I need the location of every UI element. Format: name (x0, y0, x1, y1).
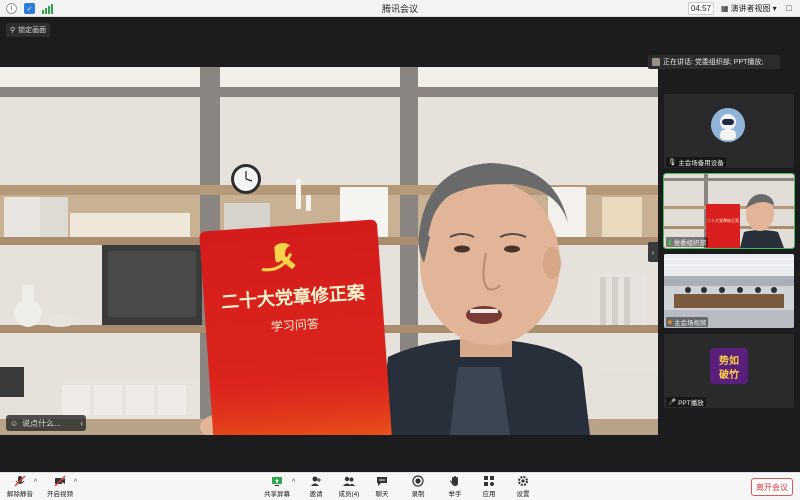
share-screen-label: 共享屏幕 (264, 491, 290, 498)
apps-icon (483, 475, 495, 487)
gear-icon (517, 475, 529, 487)
participant-tile[interactable]: ■ 主会场视频 (664, 254, 794, 328)
invite-button[interactable]: 邀请 (298, 475, 334, 499)
speaking-text: 正在讲话: 党委组织部; PPT播放; (663, 59, 764, 66)
speaker-icon (652, 58, 660, 66)
participant-tile[interactable]: 🎙 主会场备用设备 (664, 94, 794, 168)
tile-name: 主会场备用设备 (678, 160, 724, 167)
raise-hand-button[interactable]: 举手 (437, 475, 473, 499)
members-icon (343, 475, 355, 487)
leave-meeting-button[interactable]: 离开会议 (751, 478, 793, 496)
share-screen-icon (271, 475, 283, 487)
tile-book-title: 二十大党章修正案 (707, 217, 739, 223)
collapse-sidebar-button[interactable]: › (648, 242, 658, 262)
participant-tile[interactable]: 势如 破竹 🎤 PPT播放 (664, 334, 794, 408)
lock-view-label: 锁定画面 (18, 27, 47, 34)
unmute-button[interactable]: 解除静音 (2, 475, 38, 499)
chat-placeholder: 说点什么... (22, 418, 61, 428)
share-options-caret[interactable]: ^ (292, 479, 295, 486)
settings-button[interactable]: 设置 (505, 475, 541, 499)
slide-text-2: 破竹 (719, 368, 739, 381)
video-options-caret[interactable]: ^ (74, 479, 77, 486)
tile-label: 🎤 PPT播放 (666, 397, 706, 407)
speaking-icon: ▮ (668, 239, 672, 246)
members-button[interactable]: 成员(4) (331, 475, 367, 499)
hand-icon (449, 475, 461, 487)
slide-text-1: 势如 (719, 354, 739, 367)
record-label: 录制 (411, 491, 425, 498)
meeting-timer: 04:57 (688, 2, 714, 15)
start-video-label: 开启视频 (47, 491, 73, 498)
chevron-down-icon: ▾ (772, 4, 777, 13)
chat-icon (376, 475, 388, 487)
tile-name: 主会场视频 (673, 320, 707, 327)
maximize-button[interactable]: □ (782, 2, 796, 15)
start-video-button[interactable]: 开启视频 (42, 475, 78, 499)
unmute-label: 解除静音 (7, 491, 33, 498)
mic-muted-icon (14, 475, 26, 487)
chat-button[interactable]: 聊天 (364, 475, 400, 499)
settings-label: 设置 (516, 491, 530, 498)
title-bar: i ✓ 腾讯会议 04:57 ▦ 演讲者视图 ▾ □ (0, 0, 800, 17)
record-button[interactable]: 录制 (400, 475, 436, 499)
main-stage: ⚲ 锁定画面 二十大党章修正案 学习问答 ☺ 说点什么... ‹ (0, 17, 660, 472)
app-title: 腾讯会议 (381, 4, 418, 14)
mic-muted-icon: 🎙 (668, 159, 677, 166)
tile-name: PPT播放 (678, 400, 704, 407)
tile-label: ▮ 党委组织部 (666, 237, 709, 247)
chat-quick-input[interactable]: ☺ 说点什么... ‹ (6, 415, 86, 431)
grid-icon: ▦ (721, 4, 729, 13)
chevron-left-icon[interactable]: ‹ (80, 419, 86, 428)
mic-options-caret[interactable]: ^ (34, 479, 37, 486)
emoji-icon[interactable]: ☺ (10, 419, 18, 428)
tile-label: 🎙 主会场备用设备 (666, 157, 726, 167)
lock-view-button[interactable]: ⚲ 锁定画面 (6, 23, 51, 37)
pin-icon: ⚲ (10, 27, 16, 34)
apps-label: 应用 (482, 491, 496, 498)
camera-off-icon (54, 475, 66, 487)
avatar (711, 108, 745, 142)
speaking-indicator: 正在讲话: 党委组织部; PPT播放; (648, 55, 780, 69)
share-screen-button[interactable]: 共享屏幕 (259, 475, 295, 499)
view-mode-label: 演讲者视图 (730, 4, 771, 13)
raise-hand-label: 举手 (448, 491, 462, 498)
tile-name: 党委组织部 (673, 240, 707, 247)
view-mode-button[interactable]: ▦ 演讲者视图 ▾ (721, 2, 777, 15)
chat-label: 聊天 (375, 491, 389, 498)
camera-icon: ■ (668, 318, 672, 326)
speaker-video: 二十大党章修正案 学习问答 (0, 67, 658, 435)
record-icon (412, 475, 424, 487)
members-label: 成员(4) (338, 491, 360, 498)
add-user-icon (310, 475, 322, 487)
participant-tile[interactable]: 二十大党章修正案 ▮ 党委组织部 (663, 173, 795, 249)
apps-button[interactable]: 应用 (471, 475, 507, 499)
invite-label: 邀请 (309, 491, 323, 498)
tile-label: ■ 主会场视频 (666, 317, 709, 327)
mic-icon: 🎤 (668, 399, 677, 406)
bottom-toolbar: 解除静音 ^ 开启视频 ^ 共享屏幕 ^ 邀请 成员(4) 聊天 录制 举手 应… (0, 472, 800, 500)
